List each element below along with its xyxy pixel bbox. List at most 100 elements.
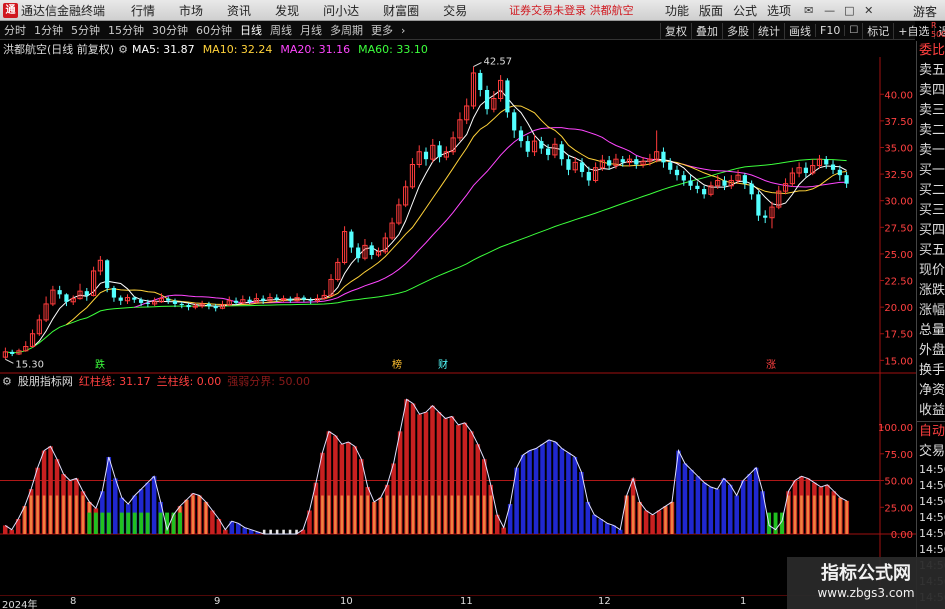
period-tab[interactable]: 30分钟 bbox=[148, 22, 192, 38]
menu-news[interactable]: 资讯 bbox=[215, 2, 263, 19]
red-bar-value: 红柱线: 31.17 bbox=[78, 375, 151, 388]
time-label: 12 bbox=[598, 596, 611, 607]
multi-stock-button[interactable]: 多股 bbox=[722, 22, 753, 39]
event-marker: 跌 bbox=[95, 358, 105, 371]
checkbox-icon[interactable]: ☐ bbox=[844, 25, 862, 36]
kline-chart[interactable]: 15.00 17.50 20.00 22.50 25.00 27.50 30.00 32.50… bbox=[0, 57, 916, 596]
price-tick-label: 15.00 bbox=[884, 356, 913, 367]
candle-body bbox=[138, 299, 144, 303]
stock-name[interactable]: 洪都航空(日线 前复权) bbox=[3, 41, 114, 57]
mark-button[interactable]: 标记 bbox=[862, 22, 893, 39]
period-tab[interactable]: 周线 bbox=[266, 22, 296, 38]
orange-bar bbox=[49, 495, 52, 534]
time-label: 8 bbox=[70, 596, 77, 607]
mail-icon[interactable]: ✉ bbox=[799, 4, 813, 18]
period-tab[interactable]: 1分钟 bbox=[30, 22, 67, 38]
low-price-label: 15.30 bbox=[15, 359, 44, 370]
price-tick-label: 35.00 bbox=[884, 143, 913, 154]
orange-bar bbox=[424, 495, 428, 534]
add-favorite-button[interactable]: +自选 bbox=[893, 22, 933, 39]
green-bar bbox=[100, 512, 105, 534]
tick-time: 14:56 bbox=[919, 527, 945, 540]
candle-body bbox=[301, 297, 306, 300]
period-tab[interactable]: 月线 bbox=[296, 22, 326, 38]
menu-formula[interactable]: 公式 bbox=[728, 2, 762, 19]
orange-bar bbox=[787, 495, 790, 534]
period-tab[interactable]: 分时 bbox=[0, 22, 30, 38]
price-tick-label: 30.00 bbox=[884, 197, 913, 208]
candle-body bbox=[478, 72, 483, 90]
price-tick-label: 32.50 bbox=[884, 170, 913, 181]
candle-body bbox=[546, 148, 551, 155]
settings-icon[interactable]: ⚙ bbox=[118, 43, 128, 56]
orange-bar bbox=[664, 506, 667, 534]
ma20-label: MA20: 31.16 bbox=[280, 42, 351, 56]
quote-field: 净资 bbox=[919, 383, 945, 398]
menu-wealth[interactable]: 财富圈 bbox=[371, 2, 431, 19]
event-marker: 财 bbox=[438, 358, 448, 371]
orange-bar bbox=[838, 497, 842, 534]
blue-bar bbox=[520, 454, 526, 534]
red-bar bbox=[9, 529, 14, 534]
time-label: 9 bbox=[214, 596, 221, 607]
minimize-icon[interactable]: — bbox=[819, 4, 835, 18]
f10-button[interactable]: F10 bbox=[815, 24, 844, 37]
blue-bar bbox=[689, 469, 694, 534]
draw-line-button[interactable]: 画线 bbox=[784, 22, 815, 39]
tick-time: 14:56 bbox=[919, 495, 945, 508]
menu-market[interactable]: 市场 bbox=[167, 2, 215, 19]
candle-body bbox=[722, 180, 727, 186]
orange-bar bbox=[353, 495, 357, 534]
restore-right-button[interactable]: 复权 bbox=[660, 22, 691, 39]
period-tab-more[interactable]: 更多 bbox=[367, 22, 397, 38]
auto-button[interactable]: 自动 bbox=[917, 422, 945, 442]
quote-field: 收益 bbox=[919, 403, 945, 418]
menu-quotes[interactable]: 行情 bbox=[119, 2, 167, 19]
close-icon[interactable]: ✕ bbox=[859, 4, 873, 18]
orange-bar bbox=[470, 495, 473, 534]
candle-body bbox=[84, 291, 89, 296]
settings-icon[interactable]: ⚙ bbox=[2, 375, 12, 388]
candle-body bbox=[579, 162, 585, 172]
trade-button[interactable]: 交易 bbox=[917, 442, 945, 462]
blue-bar bbox=[151, 476, 157, 534]
indicator-name[interactable]: 股朋指标网 bbox=[18, 373, 73, 389]
blue-bar bbox=[566, 452, 571, 534]
quote-field: 买一 bbox=[919, 163, 945, 178]
maximize-icon[interactable]: □ bbox=[839, 4, 854, 18]
blue-bar bbox=[533, 448, 539, 534]
menu-ask[interactable]: 问小达 bbox=[311, 2, 371, 19]
menu-function[interactable]: 功能 bbox=[660, 2, 694, 19]
menu-options[interactable]: 选项 bbox=[762, 2, 796, 19]
menu-trade[interactable]: 交易 bbox=[431, 2, 479, 19]
time-label: 10 bbox=[340, 596, 353, 607]
candle-body bbox=[566, 159, 571, 170]
period-tab[interactable]: 15分钟 bbox=[104, 22, 148, 38]
overlay-button[interactable]: 叠加 bbox=[691, 22, 722, 39]
period-tab[interactable]: 多周期 bbox=[326, 22, 367, 38]
quote-field: 买四 bbox=[919, 223, 945, 238]
orange-bar bbox=[826, 495, 829, 534]
candle-body bbox=[247, 299, 252, 302]
chevron-right-icon[interactable]: › bbox=[397, 24, 409, 37]
candle-body bbox=[233, 300, 239, 303]
candle-body bbox=[688, 180, 693, 186]
red-bar bbox=[650, 514, 655, 534]
event-marker: 涨 bbox=[766, 359, 776, 371]
period-tab-daily[interactable]: 日线 bbox=[236, 22, 266, 38]
login-notice[interactable]: 证券交易未登录 洪都航空 bbox=[509, 2, 634, 18]
period-tab[interactable]: 5分钟 bbox=[67, 22, 104, 38]
period-tab[interactable]: 60分钟 bbox=[192, 22, 236, 38]
quote-field: 总量 bbox=[919, 323, 945, 338]
statistics-button[interactable]: 统计 bbox=[753, 22, 784, 39]
candle-body bbox=[702, 188, 707, 195]
blue-bar bbox=[727, 484, 733, 534]
price-tick-label: 22.50 bbox=[884, 277, 913, 288]
candle-body bbox=[681, 175, 686, 181]
blue-bar bbox=[113, 478, 118, 534]
menu-layout[interactable]: 版面 bbox=[694, 2, 728, 19]
guest-user[interactable]: 游客 bbox=[913, 3, 937, 20]
blue-bar bbox=[734, 495, 739, 534]
menu-discover[interactable]: 发现 bbox=[263, 2, 311, 19]
tick-time: 14:56 bbox=[919, 479, 945, 492]
